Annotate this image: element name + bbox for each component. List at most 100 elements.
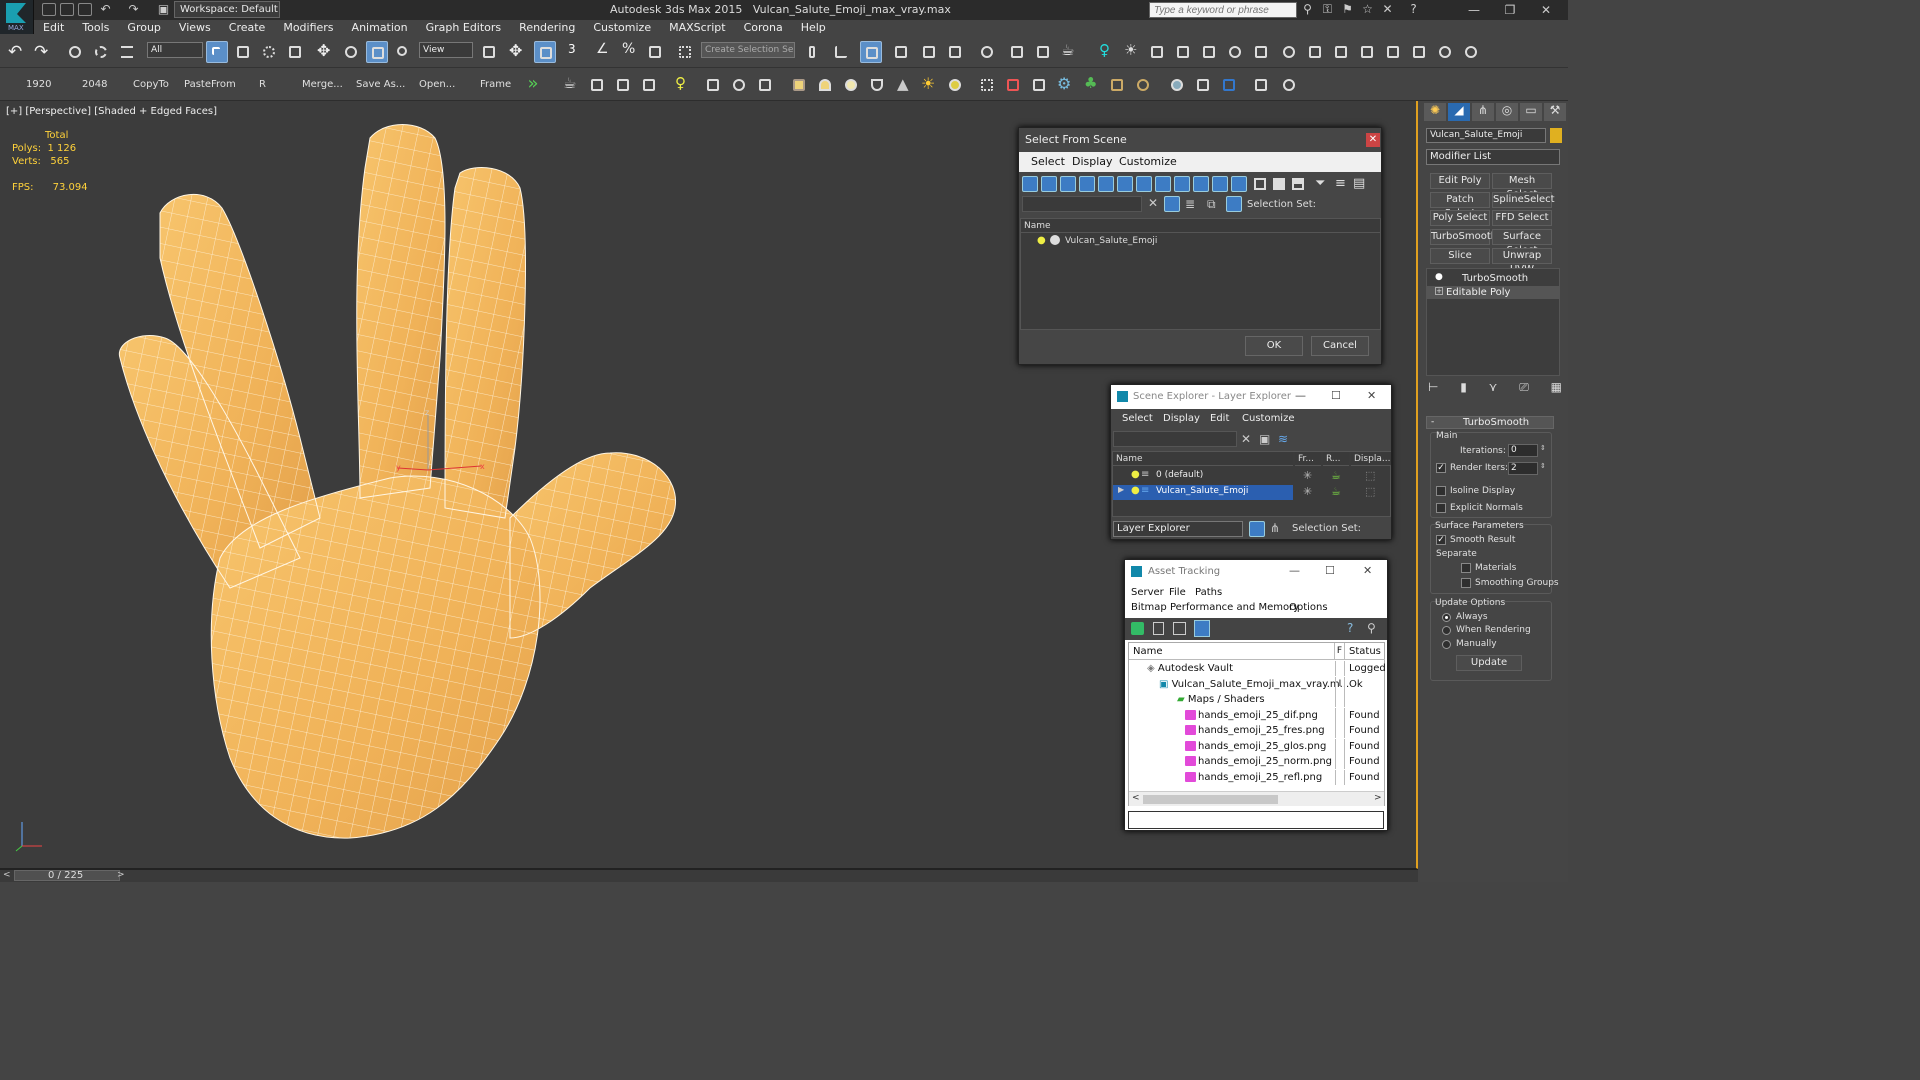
utilities-tab-icon[interactable]: ⚒ xyxy=(1544,103,1566,121)
reference-coordinate-dropdown[interactable]: View xyxy=(419,42,473,58)
new-layer-icon[interactable]: ▣ xyxy=(1259,432,1270,446)
link-icon[interactable] xyxy=(64,41,86,63)
plane-primitive-icon[interactable] xyxy=(788,74,810,96)
toggle-layer-explorer-icon[interactable] xyxy=(890,41,912,63)
snaps-toggle-icon[interactable]: 3 xyxy=(566,41,588,63)
menu-display[interactable]: Display xyxy=(1163,413,1200,424)
res-2048-button[interactable]: 2048 xyxy=(82,79,107,90)
slice-button[interactable]: Slice xyxy=(1430,248,1490,264)
select-by-name-icon[interactable] xyxy=(232,41,254,63)
vray-toon-icon[interactable] xyxy=(1330,41,1352,63)
create-tab-icon[interactable]: ✺ xyxy=(1424,103,1446,121)
menu-help[interactable]: Help xyxy=(792,20,835,36)
menu-select[interactable]: Select xyxy=(1031,155,1065,168)
explorer-type-dropdown[interactable]: Layer Explorer xyxy=(1113,521,1243,537)
material-editor-icon[interactable] xyxy=(976,41,998,63)
vray-frame-buffer-icon[interactable] xyxy=(1278,41,1300,63)
sound-icon[interactable] xyxy=(728,74,750,96)
vray-physical-camera-icon[interactable] xyxy=(1382,41,1404,63)
menu-maxscript[interactable]: MAXScript xyxy=(660,20,734,36)
filter-spacewarps-icon[interactable] xyxy=(1117,176,1133,192)
filter-containers-icon[interactable] xyxy=(1193,176,1209,192)
plant-icon[interactable]: ♣ xyxy=(1080,74,1102,96)
new-file-icon[interactable] xyxy=(42,3,56,16)
selection-region-icon[interactable] xyxy=(258,41,280,63)
vray-sphere-icon[interactable] xyxy=(1224,41,1246,63)
iterations-spinner[interactable]: 0 xyxy=(1508,444,1538,457)
render-teapot-icon[interactable]: ☕ xyxy=(1331,485,1341,498)
menu-edit[interactable]: Edit xyxy=(34,20,73,36)
vray-dome-camera-icon[interactable] xyxy=(1408,41,1430,63)
object-name-field[interactable]: Vulcan_Salute_Emoji xyxy=(1426,128,1546,143)
find-input[interactable] xyxy=(1113,431,1237,447)
asset-row[interactable]: ◈ Autodesk Vault Logged xyxy=(1129,661,1386,676)
copy-to-button[interactable]: CopyTo xyxy=(133,79,169,90)
render-region-icon[interactable] xyxy=(612,74,634,96)
freeze-icon[interactable]: ✳ xyxy=(1303,469,1312,482)
maximize-button[interactable]: ❐ xyxy=(1492,1,1528,19)
bowl-primitive-icon[interactable] xyxy=(866,74,888,96)
configure-columns-icon[interactable]: ▤ xyxy=(1353,176,1365,191)
time-prev-icon[interactable]: < xyxy=(3,870,11,880)
column-flag[interactable]: F xyxy=(1335,643,1345,660)
rendered-frame-window-icon[interactable] xyxy=(1032,41,1054,63)
add-to-layer-icon[interactable]: ≋ xyxy=(1278,432,1288,446)
bake-icon[interactable] xyxy=(754,74,776,96)
time-slider[interactable] xyxy=(0,869,1418,882)
maximize-icon[interactable]: ☐ xyxy=(1325,564,1335,577)
search-input[interactable] xyxy=(1149,2,1297,18)
keyboard-shortcut-override-icon[interactable] xyxy=(534,41,556,63)
modifier-list-dropdown[interactable]: Modifier List xyxy=(1426,149,1560,165)
app-logo[interactable]: MAX xyxy=(0,0,34,34)
column-frozen[interactable]: Fr... xyxy=(1295,452,1321,466)
vray-render-icon[interactable] xyxy=(1434,41,1456,63)
rotate-icon[interactable] xyxy=(340,41,362,63)
workspace-dropdown[interactable]: Workspace: Default xyxy=(174,1,280,18)
cloth-icon[interactable] xyxy=(1132,74,1154,96)
exchange-icon[interactable]: ✕ xyxy=(1380,2,1395,17)
material-map-icon[interactable] xyxy=(1192,74,1214,96)
maximize-icon[interactable]: ☐ xyxy=(1331,389,1341,402)
ffd-select-button[interactable]: FFD Select xyxy=(1492,210,1552,226)
r-button[interactable]: R xyxy=(259,79,266,90)
toggle-scene-explorer-icon[interactable] xyxy=(860,41,882,63)
teapot-icon[interactable]: ☕ xyxy=(560,74,582,96)
vray-proxy-icon[interactable] xyxy=(1172,41,1194,63)
manually-radio[interactable] xyxy=(1442,640,1451,649)
display-icon[interactable]: ⬚ xyxy=(1365,485,1375,498)
layers-icon[interactable]: ≣ xyxy=(1185,197,1195,211)
close-button[interactable]: ✕ xyxy=(1528,1,1564,19)
project-folder-icon[interactable]: ▣ xyxy=(156,2,171,17)
thumbnail-view-icon[interactable] xyxy=(1173,622,1186,635)
script-icon[interactable] xyxy=(1250,74,1272,96)
viewport-label[interactable]: [+] [Perspective] [Shaded + Edged Faces] xyxy=(6,106,217,117)
menu-edit[interactable]: Edit xyxy=(1210,413,1229,424)
clear-search-icon[interactable]: ✕ xyxy=(1241,432,1251,446)
menu-tools[interactable]: Tools xyxy=(73,20,118,36)
vray-fur-icon[interactable] xyxy=(1146,41,1168,63)
modify-tab-icon[interactable]: ◢ xyxy=(1448,103,1470,121)
hierarchy-mode-icon[interactable]: ⋔ xyxy=(1270,521,1280,535)
scroll-right-icon[interactable]: > xyxy=(1374,793,1382,803)
layer-row-vulcan[interactable]: ▶ ● ≡ Vulcan_Salute_Emoji ✳ ☕ ⬚ xyxy=(1113,485,1390,500)
poly-select-button[interactable]: Poly Select xyxy=(1430,210,1490,226)
mesh-select-button[interactable]: Mesh Select xyxy=(1492,173,1552,200)
list-view-icon[interactable] xyxy=(1153,622,1164,635)
menu-server[interactable]: Server xyxy=(1131,587,1164,598)
vray-mesh-export-icon[interactable] xyxy=(1250,41,1272,63)
column-status[interactable]: Status xyxy=(1345,643,1385,660)
menu-views[interactable]: Views xyxy=(170,20,220,36)
dome-primitive-icon[interactable] xyxy=(814,74,836,96)
open-file-icon[interactable] xyxy=(60,3,74,16)
turbosmooth-button[interactable]: TurboSmooth xyxy=(1430,229,1497,245)
menu-rendering[interactable]: Rendering xyxy=(510,20,584,36)
mirror-icon[interactable] xyxy=(804,41,826,63)
when-rendering-radio[interactable] xyxy=(1442,626,1451,635)
horizontal-scrollbar[interactable]: < > xyxy=(1129,791,1384,806)
filter-hidden-icon[interactable] xyxy=(1231,176,1247,192)
select-invert-icon[interactable] xyxy=(1292,178,1304,190)
table-view-icon[interactable] xyxy=(1194,620,1210,637)
materials-checkbox[interactable] xyxy=(1461,563,1471,573)
cone-primitive-icon[interactable]: ▲ xyxy=(892,74,914,96)
always-radio[interactable] xyxy=(1442,613,1451,622)
